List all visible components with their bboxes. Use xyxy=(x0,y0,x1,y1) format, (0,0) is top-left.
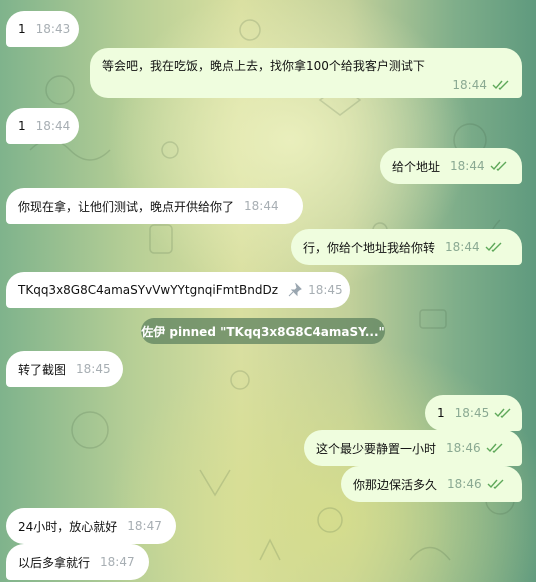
pin-icon xyxy=(288,283,302,297)
message-time: 18:44 xyxy=(450,159,485,173)
message-time: 18:46 xyxy=(447,477,482,491)
message-text: 1 xyxy=(18,22,26,36)
message-time: 18:47 xyxy=(100,555,135,569)
message-text: 1 xyxy=(437,406,445,420)
message-time: 18:45 xyxy=(308,283,343,297)
message-outgoing[interactable]: 等会吧，我在吃饭，晚点上去，找你拿100个给我客户测试下 18:44 xyxy=(90,48,522,98)
double-check-icon xyxy=(490,161,507,171)
pinned-service-message[interactable]: 佐伊 pinned "TKqq3x8G8C4amaSY..." xyxy=(141,318,385,344)
message-incoming[interactable]: TKqq3x8G8C4amaSYvVwYYtgnqiFmtBndDz 18:45 xyxy=(6,272,350,308)
message-time: 18:46 xyxy=(446,441,481,455)
message-incoming[interactable]: 你现在拿，让他们测试，晚点开供给你了 18:44 xyxy=(6,188,303,224)
message-outgoing[interactable]: 给个地址 18:44 xyxy=(380,148,522,184)
message-time: 18:44 xyxy=(35,119,71,133)
message-incoming[interactable]: 1 18:44 xyxy=(6,108,79,144)
message-time: 18:44 xyxy=(244,199,279,213)
double-check-icon xyxy=(485,242,502,252)
message-incoming[interactable]: 转了截图 18:45 xyxy=(6,351,123,387)
message-time: 18:43 xyxy=(35,22,71,36)
message-incoming[interactable]: 以后多拿就行 18:47 xyxy=(6,544,149,580)
message-text: 这个最少要静置一小时 xyxy=(316,441,437,456)
message-time: 18:45 xyxy=(454,406,490,420)
message-outgoing[interactable]: 1 18:45 xyxy=(425,395,522,431)
double-check-icon xyxy=(487,479,504,489)
message-text: TKqq3x8G8C4amaSYvVwYYtgnqiFmtBndDz xyxy=(18,283,279,297)
message-outgoing[interactable]: 你那边保活多久 18:46 xyxy=(341,466,522,502)
message-text: 你那边保活多久 xyxy=(353,477,438,492)
message-incoming[interactable]: 24小时，放心就好 18:47 xyxy=(6,508,176,544)
message-text: 行，你给个地址我给你转 xyxy=(303,240,436,255)
message-time: 18:44 xyxy=(445,240,480,254)
message-time: 18:44 xyxy=(452,78,487,92)
message-incoming[interactable]: 1 18:43 xyxy=(6,11,79,47)
message-text: 给个地址 xyxy=(392,159,441,174)
message-outgoing[interactable]: 这个最少要静置一小时 18:46 xyxy=(304,430,522,466)
message-text: 24小时，放心就好 xyxy=(18,519,118,534)
message-outgoing[interactable]: 行，你给个地址我给你转 18:44 xyxy=(291,229,522,265)
message-time: 18:47 xyxy=(127,519,162,533)
message-time: 18:45 xyxy=(76,362,111,376)
message-text: 你现在拿，让他们测试，晚点开供给你了 xyxy=(18,199,235,214)
service-text: 佐伊 pinned "TKqq3x8G8C4amaSY..." xyxy=(141,324,385,339)
message-text: 转了截图 xyxy=(18,362,67,377)
double-check-icon xyxy=(486,443,503,453)
double-check-icon xyxy=(494,408,511,418)
double-check-icon xyxy=(492,80,509,90)
message-text: 以后多拿就行 xyxy=(18,555,91,570)
message-text: 等会吧，我在吃饭，晚点上去，找你拿100个给我客户测试下 xyxy=(102,59,425,73)
message-text: 1 xyxy=(18,119,26,133)
